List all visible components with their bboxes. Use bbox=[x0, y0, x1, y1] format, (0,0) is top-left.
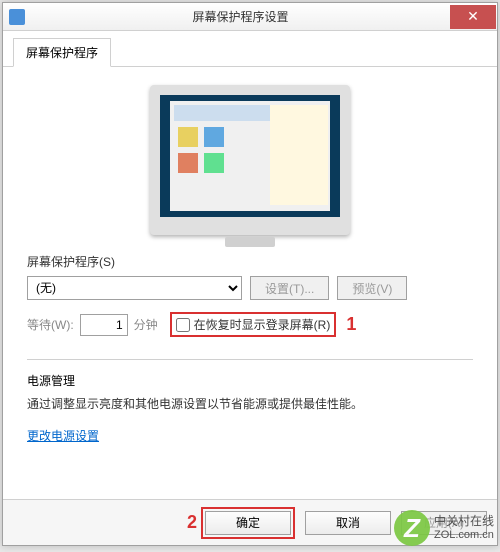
wait-minutes-input[interactable] bbox=[80, 314, 128, 336]
wait-row: 等待(W): 分钟 在恢复时显示登录屏幕(R) 1 bbox=[27, 312, 473, 337]
close-button[interactable]: ✕ bbox=[450, 5, 496, 29]
preview-button[interactable]: 预览(V) bbox=[337, 276, 407, 300]
preview-area bbox=[27, 85, 473, 235]
settings-button[interactable]: 设置(T)... bbox=[250, 276, 329, 300]
ok-highlight: 确定 bbox=[201, 507, 295, 539]
watermark: Z 中关村在线 ZOL.com.cn bbox=[394, 510, 494, 546]
wait-unit: 分钟 bbox=[134, 316, 158, 333]
screensaver-select[interactable]: (无) bbox=[27, 276, 242, 300]
wait-label: 等待(W): bbox=[27, 316, 74, 333]
app-icon bbox=[9, 9, 25, 25]
divider bbox=[27, 359, 473, 360]
tab-screensaver[interactable]: 屏幕保护程序 bbox=[13, 38, 111, 67]
content-area: 屏幕保护程序(S) (无) 设置(T)... 预览(V) 等待(W): 分钟 在… bbox=[3, 67, 497, 499]
ok-button[interactable]: 确定 bbox=[205, 511, 291, 535]
resume-checkbox-label: 在恢复时显示登录屏幕(R) bbox=[194, 316, 331, 333]
power-heading: 电源管理 bbox=[27, 372, 473, 389]
annotation-1: 1 bbox=[346, 314, 356, 335]
power-settings-link[interactable]: 更改电源设置 bbox=[27, 427, 473, 444]
dialog-window: 屏幕保护程序设置 ✕ 屏幕保护程序 屏幕保护程序(S) (无) 设置(T)...… bbox=[2, 2, 498, 546]
monitor-preview bbox=[150, 85, 350, 235]
screensaver-row: (无) 设置(T)... 预览(V) bbox=[27, 276, 473, 300]
power-description: 通过调整显示亮度和其他电源设置以节省能源或提供最佳性能。 bbox=[27, 395, 473, 413]
resume-checkbox-wrap[interactable]: 在恢复时显示登录屏幕(R) bbox=[170, 312, 337, 337]
resume-checkbox[interactable] bbox=[176, 318, 190, 332]
window-title: 屏幕保护程序设置 bbox=[31, 8, 450, 25]
titlebar: 屏幕保护程序设置 ✕ bbox=[3, 3, 497, 31]
screensaver-group-label: 屏幕保护程序(S) bbox=[27, 253, 473, 270]
annotation-2: 2 bbox=[187, 512, 197, 533]
watermark-text: 中关村在线 ZOL.com.cn bbox=[434, 514, 494, 542]
tabbar: 屏幕保护程序 bbox=[3, 31, 497, 67]
screen-preview bbox=[160, 95, 340, 217]
cancel-button[interactable]: 取消 bbox=[305, 511, 391, 535]
watermark-logo: Z bbox=[394, 510, 430, 546]
